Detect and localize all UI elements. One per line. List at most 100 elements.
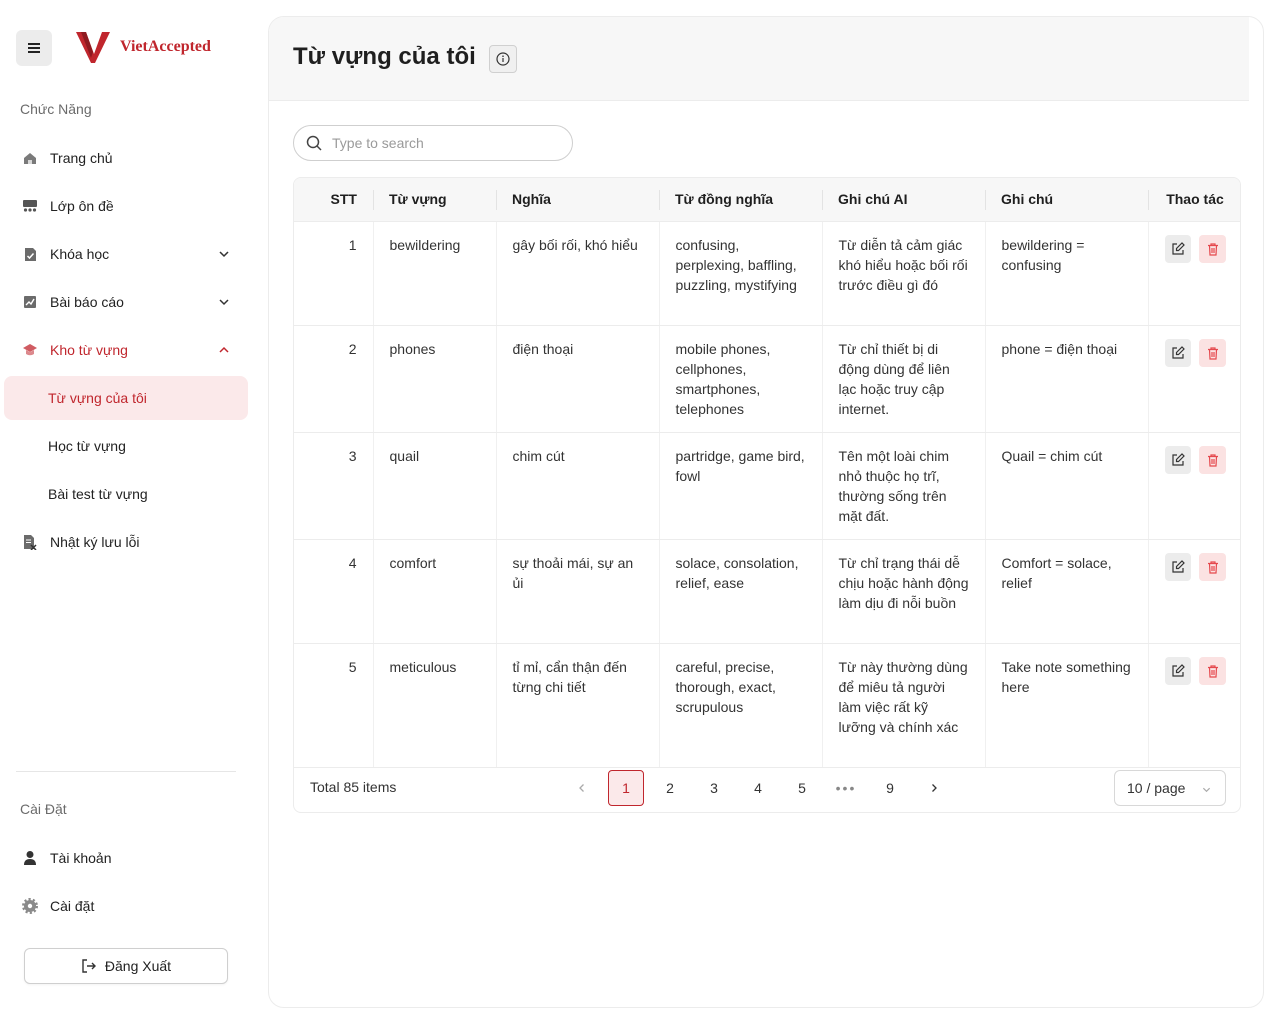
chevron-down-icon[interactable] bbox=[218, 296, 230, 308]
table-row: 4 comfort sự thoải mái, sự an ủi solace,… bbox=[294, 539, 1240, 644]
search-input[interactable] bbox=[332, 135, 552, 151]
logout-button[interactable]: Đăng Xuất bbox=[24, 948, 228, 984]
page-button-4[interactable]: 4 bbox=[740, 770, 776, 806]
column-header-meaning[interactable]: Nghĩa bbox=[496, 178, 659, 222]
info-button[interactable] bbox=[489, 45, 517, 73]
sidebar-item-label: Kho từ vựng bbox=[50, 342, 128, 358]
vocab-table: STT Từ vựng Nghĩa Từ đồng nghĩa Ghi chú … bbox=[293, 177, 1241, 813]
cell-stt: 2 bbox=[294, 325, 373, 433]
delete-button[interactable] bbox=[1199, 338, 1226, 367]
sidebar-item-review-class[interactable]: Lớp ôn đề bbox=[4, 184, 248, 228]
search-box[interactable] bbox=[293, 125, 573, 161]
page-button-3[interactable]: 3 bbox=[696, 770, 732, 806]
logout-icon bbox=[82, 959, 96, 973]
edit-button[interactable] bbox=[1164, 445, 1192, 474]
cell-synonyms: careful, precise, thorough, exact, scrup… bbox=[658, 643, 822, 768]
cell-word: comfort bbox=[372, 539, 496, 644]
edit-icon bbox=[1172, 452, 1185, 466]
cell-meaning: điện thoại bbox=[495, 325, 659, 433]
table-row: 5 meticulous tỉ mỉ, cẩn thận đến từng ch… bbox=[294, 643, 1240, 768]
info-icon bbox=[496, 52, 510, 66]
brand-logo[interactable]: VietAccepted bbox=[76, 30, 211, 64]
page-jump-ellipsis[interactable]: ••• bbox=[828, 770, 864, 806]
sidebar-item-label: Tài khoản bbox=[50, 850, 112, 866]
column-header-actions: Thao tác bbox=[1148, 178, 1240, 222]
page-button-9[interactable]: 9 bbox=[872, 770, 908, 806]
sidebar-item-vocab-bank[interactable]: Kho từ vựng bbox=[4, 328, 248, 372]
column-header-word[interactable]: Từ vựng bbox=[373, 178, 496, 222]
cell-stt: 3 bbox=[294, 432, 373, 540]
user-icon bbox=[22, 850, 38, 866]
sidebar-subitem-label: Bài test từ vựng bbox=[48, 486, 148, 502]
column-header-synonyms[interactable]: Từ đồng nghĩa bbox=[659, 178, 822, 222]
cell-synonyms: partridge, game bird, fowl bbox=[658, 432, 822, 540]
sidebar-item-home[interactable]: Trang chủ bbox=[4, 136, 248, 180]
sidebar-item-label: Bài báo cáo bbox=[50, 294, 124, 310]
sidebar-item-label: Trang chủ bbox=[50, 150, 113, 166]
logo-v-icon bbox=[76, 32, 110, 63]
column-header-ai-note[interactable]: Ghi chú AI bbox=[822, 178, 985, 222]
sidebar-item-error-log[interactable]: Nhật ký lưu lỗi bbox=[4, 520, 248, 564]
page-header: Từ vựng của tôi bbox=[269, 17, 1249, 101]
cell-note: bewildering = confusing bbox=[984, 221, 1148, 326]
trash-icon bbox=[1207, 346, 1218, 360]
trash-icon bbox=[1207, 664, 1218, 678]
chevron-down-icon bbox=[1202, 787, 1211, 793]
edit-button[interactable] bbox=[1164, 338, 1192, 367]
sidebar-subitem-label: Từ vựng của tôi bbox=[48, 390, 147, 406]
page-size-select[interactable]: 10 / page bbox=[1114, 770, 1226, 806]
sidebar-item-settings[interactable]: Cài đặt bbox=[4, 884, 248, 928]
page-button-2[interactable]: 2 bbox=[652, 770, 688, 806]
delete-button[interactable] bbox=[1199, 656, 1226, 685]
sidebar-subitem-learn-vocab[interactable]: Học từ vựng bbox=[4, 424, 248, 468]
sidebar-subitem-vocab-test[interactable]: Bài test từ vựng bbox=[4, 472, 248, 516]
cell-actions bbox=[1147, 539, 1240, 644]
menu-toggle-button[interactable] bbox=[16, 30, 52, 66]
chevron-right-icon bbox=[932, 784, 937, 792]
cell-actions bbox=[1147, 432, 1240, 540]
sidebar-item-courses[interactable]: Khóa học bbox=[4, 232, 248, 276]
pagination: Total 85 items 1 2 3 4 5 ••• 9 10 / page bbox=[294, 762, 1240, 812]
cell-word: meticulous bbox=[372, 643, 496, 768]
section-label-settings: Cài Đặt bbox=[20, 801, 67, 817]
page-button-5[interactable]: 5 bbox=[784, 770, 820, 806]
delete-button[interactable] bbox=[1199, 552, 1226, 581]
edit-button[interactable] bbox=[1164, 656, 1192, 685]
sidebar-subitem-my-vocab[interactable]: Từ vựng của tôi bbox=[4, 376, 248, 420]
edit-button[interactable] bbox=[1164, 234, 1192, 263]
next-page-button[interactable] bbox=[916, 770, 952, 806]
delete-button[interactable] bbox=[1199, 234, 1226, 263]
gear-icon bbox=[22, 898, 38, 914]
prev-page-button[interactable] bbox=[564, 770, 600, 806]
page-button-1[interactable]: 1 bbox=[608, 770, 644, 806]
cell-ai-note: Từ này thường dùng để miêu tả người làm … bbox=[821, 643, 985, 768]
total-items: Total 85 items bbox=[310, 779, 397, 795]
section-label-features: Chức Năng bbox=[20, 101, 92, 117]
home-icon bbox=[22, 150, 38, 166]
sidebar-item-account[interactable]: Tài khoản bbox=[4, 836, 248, 880]
table-row: 3 quail chim cút partridge, game bird, f… bbox=[294, 432, 1240, 540]
cell-ai-note: Tên một loài chim nhỏ thuộc họ trĩ, thườ… bbox=[821, 432, 985, 540]
trash-icon bbox=[1207, 242, 1218, 256]
table-header-row: STT Từ vựng Nghĩa Từ đồng nghĩa Ghi chú … bbox=[294, 178, 1240, 222]
sidebar-divider bbox=[16, 771, 236, 772]
cell-note: phone = điện thoại bbox=[984, 325, 1148, 433]
cell-synonyms: solace, consolation, relief, ease bbox=[658, 539, 822, 644]
trash-icon bbox=[1207, 453, 1218, 467]
chevron-down-icon[interactable] bbox=[218, 248, 230, 260]
course-icon bbox=[22, 246, 38, 262]
delete-button[interactable] bbox=[1199, 445, 1226, 474]
cell-stt: 4 bbox=[294, 539, 373, 644]
sidebar-item-reports[interactable]: Bài báo cáo bbox=[4, 280, 248, 324]
classroom-icon bbox=[22, 198, 38, 214]
chevron-up-icon[interactable] bbox=[218, 344, 230, 356]
edit-button[interactable] bbox=[1164, 552, 1192, 581]
main-panel: Từ vựng của tôi STT Từ vựng Nghĩa Từ đồn… bbox=[268, 16, 1264, 1008]
column-header-note[interactable]: Ghi chú bbox=[985, 178, 1148, 222]
cell-actions bbox=[1147, 325, 1240, 433]
cell-actions bbox=[1147, 643, 1240, 768]
brand-name: VietAccepted bbox=[120, 38, 211, 55]
sidebar-item-label: Lớp ôn đề bbox=[50, 198, 114, 214]
edit-icon bbox=[1172, 663, 1185, 677]
column-header-stt[interactable]: STT bbox=[294, 178, 373, 222]
